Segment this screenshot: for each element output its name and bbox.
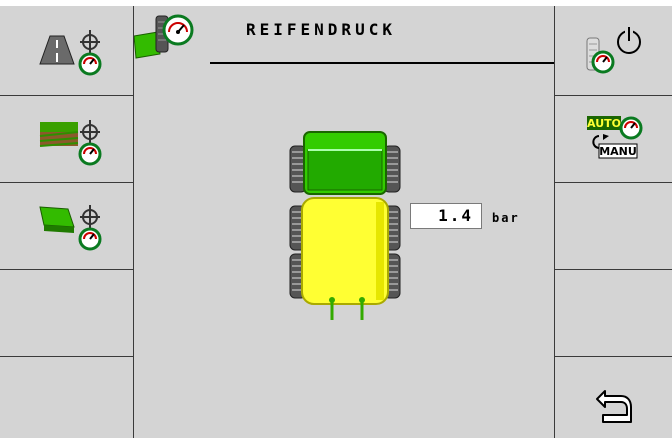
title-divider [210,62,554,64]
green-flag-tire-gauge-icon [39,205,102,251]
road-mode-tire-pressure-button[interactable] [0,6,133,96]
empty-left-softkey-4[interactable] [0,270,133,357]
road-tire-gauge-icon [39,30,102,76]
custom-mode-tire-pressure-button[interactable] [0,183,133,270]
tractor-implement-top-view [289,131,401,320]
field-tire-gauge-icon [39,120,102,166]
page-title: REIFENDRUCK [246,20,396,39]
back-arrow-icon [596,390,632,423]
empty-right-softkey-4[interactable] [555,270,672,357]
terminal-screen: REIFENDRUCK 1.4 bar AUTO MANU [0,0,672,438]
implement-tank [301,197,389,305]
svg-text:AUTO: AUTO [587,117,621,130]
back-button[interactable] [555,357,672,438]
empty-right-softkey-3[interactable] [555,183,672,270]
tire-pressure-value: 1.4 [410,203,482,229]
right-softkey-column: AUTO MANU [554,6,672,438]
tire-pressure-header-icon [134,14,194,59]
left-softkey-column [0,6,134,438]
field-mode-tire-pressure-button[interactable] [0,96,133,183]
main-panel: REIFENDRUCK 1.4 bar [134,6,554,438]
tire-gauge-power-icon [586,26,641,74]
auto-manu-icon: AUTO MANU [587,116,643,159]
svg-text:MANU: MANU [599,145,637,158]
tire-pressure-on-off-button[interactable] [555,6,672,96]
auto-manu-toggle-button[interactable]: AUTO MANU [555,96,672,183]
empty-left-softkey-5[interactable] [0,357,133,438]
tire-pressure-unit: bar [492,211,520,225]
